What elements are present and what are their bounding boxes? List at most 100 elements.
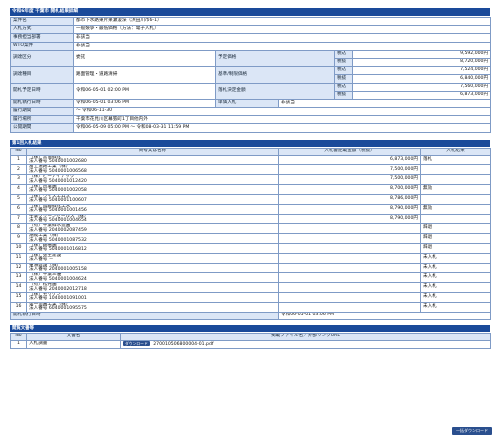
method-value: 一般競争・最低価格（方法：電子入札） <box>72 25 492 35</box>
bid-amount: 8,700,000円 <box>278 184 421 195</box>
bidder-cell: （株）三協緑化 法人番号 5040001002680 <box>26 154 279 166</box>
bid-result: 未入札 <box>420 301 491 313</box>
bid-no: 5 <box>10 193 27 205</box>
bidder-cell: （株）錦樹園 法人番号 5040001016812 <box>26 242 279 254</box>
kind-label: 調達種目 <box>10 66 74 84</box>
case-name: 都市下水路東片果瀬浚渫（浜田川市6-1） <box>72 16 492 27</box>
bid-no: 16 <box>10 301 27 313</box>
table-row: 5 （株）ウイズエムズ 法人番号 5040001100607 8,786,000円 <box>10 193 491 205</box>
bid-section-title: 第1回入札結果 <box>10 139 490 147</box>
col-no: No <box>10 147 27 156</box>
bid-results-table: No 商号又は名称 入札書記載金額（税抜） 入札結果 1 （株）三協緑化 法人番号 … <box>10 147 491 320</box>
bid-result <box>420 174 491 186</box>
bidder-cell: 富士道路工業（株） 法人番号 5040001006568 <box>26 164 279 176</box>
bid-result: 未入札 <box>420 282 491 293</box>
award-label: 落札決定金額 <box>215 82 335 100</box>
est-tax-ex-label: 税抜 <box>334 57 353 68</box>
bid-no: 3 <box>10 174 27 186</box>
bidder-cell: 潮成工業（株） 法人番号 5040001087532 <box>26 233 279 244</box>
bid-result: 未入札 <box>420 292 491 303</box>
bidder-cell: 千葉グリーンセールス（株） 法人番号 5040001004654 <box>26 213 279 225</box>
award-tax-in: 7,560,000円 <box>351 82 492 92</box>
base-label: 基準/制限価格 <box>215 66 335 84</box>
kind-value: 路面管理・道路清掃 <box>73 66 216 84</box>
bid-amount: 6,873,000円 <box>278 154 421 166</box>
exec-label: 開札執行日時 <box>10 98 74 109</box>
bidder-cell: （有）松光園 法人番号 2040002012718 <box>26 282 279 293</box>
bid-no: 9 <box>10 233 27 244</box>
bidder-cell: （株）モリケン 法人番号 1040001091001 <box>26 292 279 303</box>
doc-file-cell: ダウンロード 270010506800004-01.pdf <box>120 339 491 349</box>
period-value: ～ 令和06-11-30 <box>72 107 492 117</box>
single-value: 非該当 <box>277 98 492 109</box>
page-title: 令和6年度 千葉市 開札結果詳細 <box>10 8 490 16</box>
open-date: 令和06-05-01 02:00 PM <box>73 82 216 100</box>
bidder-corp-number: 法人番号 5040001100607 <box>29 198 87 204</box>
bid-result: 未入札 <box>420 252 491 264</box>
col-name: 商号又は名称 <box>26 147 279 156</box>
docs-section-title: 閲覧文書等 <box>10 324 490 332</box>
base-tax-in-label: 税込 <box>334 66 353 76</box>
bid-amount: 8,786,000円 <box>278 193 421 205</box>
bidder-cell: （株）千葉三優 法人番号 5040001004624 <box>26 272 279 284</box>
award-tax-ex: 6,873,000円 <box>351 90 492 100</box>
col-result: 入札結果 <box>420 147 491 156</box>
bid-result: 未入札 <box>420 272 491 284</box>
wto-value: 非該当 <box>72 41 492 51</box>
bid-exec-label: 開札執行日時 <box>10 311 279 320</box>
bidder-corp-number: 法人番号 5040001004654 <box>29 217 87 223</box>
bidder-cell: （株）ビーアイテック 法人番号 5040001012420 <box>26 174 279 186</box>
bid-result: 辞退 <box>420 242 491 254</box>
method-label: 入札方式 <box>10 25 74 35</box>
bid-no: 11 <box>10 252 27 264</box>
single-label: 単価入札 <box>215 98 279 109</box>
bid-amount <box>278 292 421 303</box>
table-row: 14 （有）松光園 法人番号 2040002012718 未入札 <box>10 282 491 293</box>
doc-col-name: 文書名 <box>26 332 121 341</box>
bid-amount <box>278 301 421 313</box>
bidder-corp-number: 法人番号 1040001091001 <box>29 296 87 302</box>
public-label: 公開期間 <box>10 123 74 133</box>
exec-date: 令和06-05-01 03:06 PM <box>73 98 216 109</box>
bidder-corp-number: 法人番号 2040002087459 <box>29 227 87 233</box>
bid-amount <box>278 223 421 235</box>
bidder-corp-number: 法人番号 － <box>29 257 54 263</box>
dept-label: 事務担当部署 <box>10 33 74 43</box>
table-row: 2 富士道路工業（株） 法人番号 5040001006568 7,500,000円 <box>10 164 491 176</box>
table-row: 1 （株）三協緑化 法人番号 5040001002680 6,873,000円 落札 <box>10 154 491 166</box>
bid-result: 無効 <box>420 184 491 195</box>
dept-value: 非該当 <box>72 33 492 43</box>
bidder-corp-number: 法人番号 5040001012420 <box>29 178 87 184</box>
table-row: 4 （株）京葉園 法人番号 5040001002058 8,700,000円 無効 <box>10 184 491 195</box>
est-tax-in: 9,592,000円 <box>351 49 492 59</box>
case-info-table: 案件名 都市下水路東片果瀬浚渫（浜田川市6-1） 入札方式 一般競争・最低価格（… <box>10 16 492 133</box>
bid-no: 10 <box>10 242 27 254</box>
col-amount: 入札書記載金額（税抜） <box>278 147 421 156</box>
table-row: 9 潮成工業（株） 法人番号 5040001087532 辞退 <box>10 233 491 244</box>
bidder-cell: 第一造園工業（株） 法人番号 6040001095575 <box>26 301 279 313</box>
bidder-corp-number: 法人番号 5040001001456 <box>29 208 87 214</box>
bid-no: 1 <box>10 154 27 166</box>
doc-file-link[interactable]: 270010506800004-01.pdf <box>153 342 213 347</box>
award-tax-ex-label: 税抜 <box>334 90 353 100</box>
est-tax-in-label: 税込 <box>334 49 353 59</box>
bidder-corp-number: 法人番号 6040001095575 <box>29 306 87 312</box>
bidder-cell: 東海建設（株） 法人番号 2040001005158 <box>26 262 279 274</box>
bidder-cell: （株）ウイズエムズ 法人番号 5040001100607 <box>26 193 279 205</box>
table-row: 16 第一造園工業（株） 法人番号 6040001095575 未入札 <box>10 301 491 313</box>
bidder-corp-number: 法人番号 2040002012718 <box>29 286 87 292</box>
bid-no: 13 <box>10 272 27 284</box>
bid-result <box>420 193 491 205</box>
bid-amount: 8,790,000円 <box>278 213 421 225</box>
download-all-button[interactable]: 一括ダウンロード <box>452 427 492 435</box>
download-button[interactable]: ダウンロード <box>123 341 150 346</box>
category-value: 委託 <box>73 49 216 68</box>
table-row: 8 （有）千葉緑水造園 法人番号 2040002087459 辞退 <box>10 223 491 235</box>
bid-no: 14 <box>10 282 27 293</box>
bidder-cell: （株）京葉園 法人番号 5040001002058 <box>26 184 279 195</box>
bid-result: 落札 <box>420 154 491 166</box>
est-tax-ex: 8,720,000円 <box>351 57 492 68</box>
place-value: 千葉市花見川区幕張町1丁目他内外 <box>72 115 492 125</box>
bid-no: 7 <box>10 213 27 225</box>
table-row: 13 （株）千葉三優 法人番号 5040001004624 未入札 <box>10 272 491 284</box>
